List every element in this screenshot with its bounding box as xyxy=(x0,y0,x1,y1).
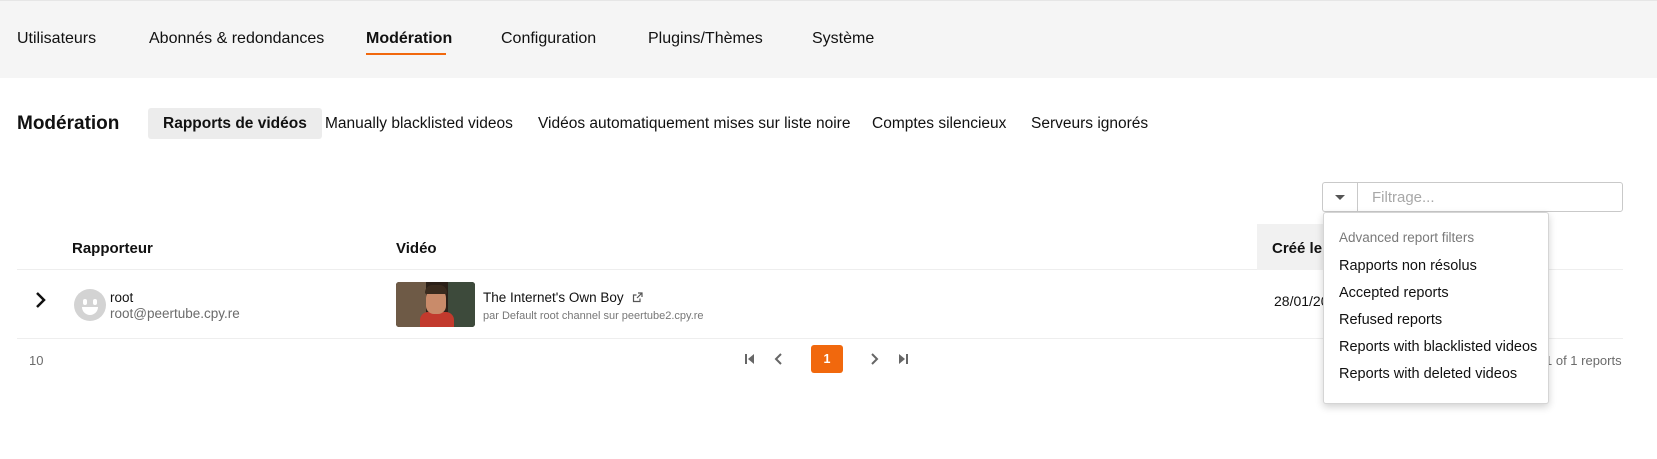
menu-item-unresolved[interactable]: Rapports non résolus xyxy=(1339,258,1477,274)
tab-muted-accounts[interactable]: Comptes silencieux xyxy=(857,108,1021,139)
menu-item-accepted[interactable]: Accepted reports xyxy=(1339,285,1449,301)
video-channel-info: par Default root channel sur peertube2.c… xyxy=(483,310,704,322)
nav-item-configuration[interactable]: Configuration xyxy=(501,30,596,48)
first-page-icon[interactable] xyxy=(743,352,757,366)
tab-manually-blacklisted[interactable]: Manually blacklisted videos xyxy=(310,108,528,139)
reporter-name[interactable]: root xyxy=(110,290,133,305)
current-page-button[interactable]: 1 xyxy=(811,345,843,373)
filter-dropdown-toggle[interactable] xyxy=(1322,182,1357,212)
page-title: Modération xyxy=(17,113,120,134)
tab-muted-servers[interactable]: Serveurs ignorés xyxy=(1016,108,1163,139)
tab-auto-blacklisted[interactable]: Vidéos automatiquement mises sur liste n… xyxy=(523,108,865,139)
next-page-icon[interactable] xyxy=(867,352,881,366)
video-title[interactable]: The Internet's Own Boy xyxy=(483,290,624,305)
nav-item-moderation[interactable]: Modération xyxy=(366,30,452,48)
video-title-link[interactable]: The Internet's Own Boy xyxy=(483,290,644,306)
advanced-filters-menu: Advanced report filters Rapports non rés… xyxy=(1323,212,1549,404)
external-link-icon xyxy=(632,291,644,306)
created-date: 28/01/20 xyxy=(1274,293,1329,309)
previous-page-icon[interactable] xyxy=(772,352,786,366)
nav-item-abonnes-redondances[interactable]: Abonnés & redondances xyxy=(149,30,324,48)
active-nav-underline xyxy=(366,53,446,55)
nav-item-utilisateurs[interactable]: Utilisateurs xyxy=(17,30,96,48)
row-expand-chevron-icon[interactable] xyxy=(35,291,47,315)
rows-per-page[interactable]: 10 xyxy=(29,353,43,368)
menu-header: Advanced report filters xyxy=(1339,230,1475,245)
last-page-icon[interactable] xyxy=(896,352,910,366)
menu-item-refused[interactable]: Refused reports xyxy=(1339,312,1442,328)
nav-item-plugins-themes[interactable]: Plugins/Thèmes xyxy=(648,30,763,48)
menu-item-deleted[interactable]: Reports with deleted videos xyxy=(1339,366,1517,382)
menu-item-blacklisted[interactable]: Reports with blacklisted videos xyxy=(1339,339,1537,355)
video-thumbnail[interactable] xyxy=(396,282,475,327)
reports-count: 1 of 1 reports xyxy=(1545,353,1622,368)
avatar xyxy=(74,289,106,321)
reporter-handle: root@peertube.cpy.re xyxy=(110,306,240,321)
nav-item-systeme[interactable]: Système xyxy=(812,30,874,48)
filter-input[interactable] xyxy=(1357,182,1623,212)
column-header-video[interactable]: Vidéo xyxy=(396,240,437,257)
caret-down-icon xyxy=(1335,195,1345,200)
admin-top-nav: Utilisateurs Abonnés & redondances Modér… xyxy=(0,0,1657,78)
tab-video-reports[interactable]: Rapports de vidéos xyxy=(148,108,322,139)
column-header-created[interactable]: Créé le xyxy=(1272,240,1322,257)
column-header-reporter[interactable]: Rapporteur xyxy=(72,240,153,257)
